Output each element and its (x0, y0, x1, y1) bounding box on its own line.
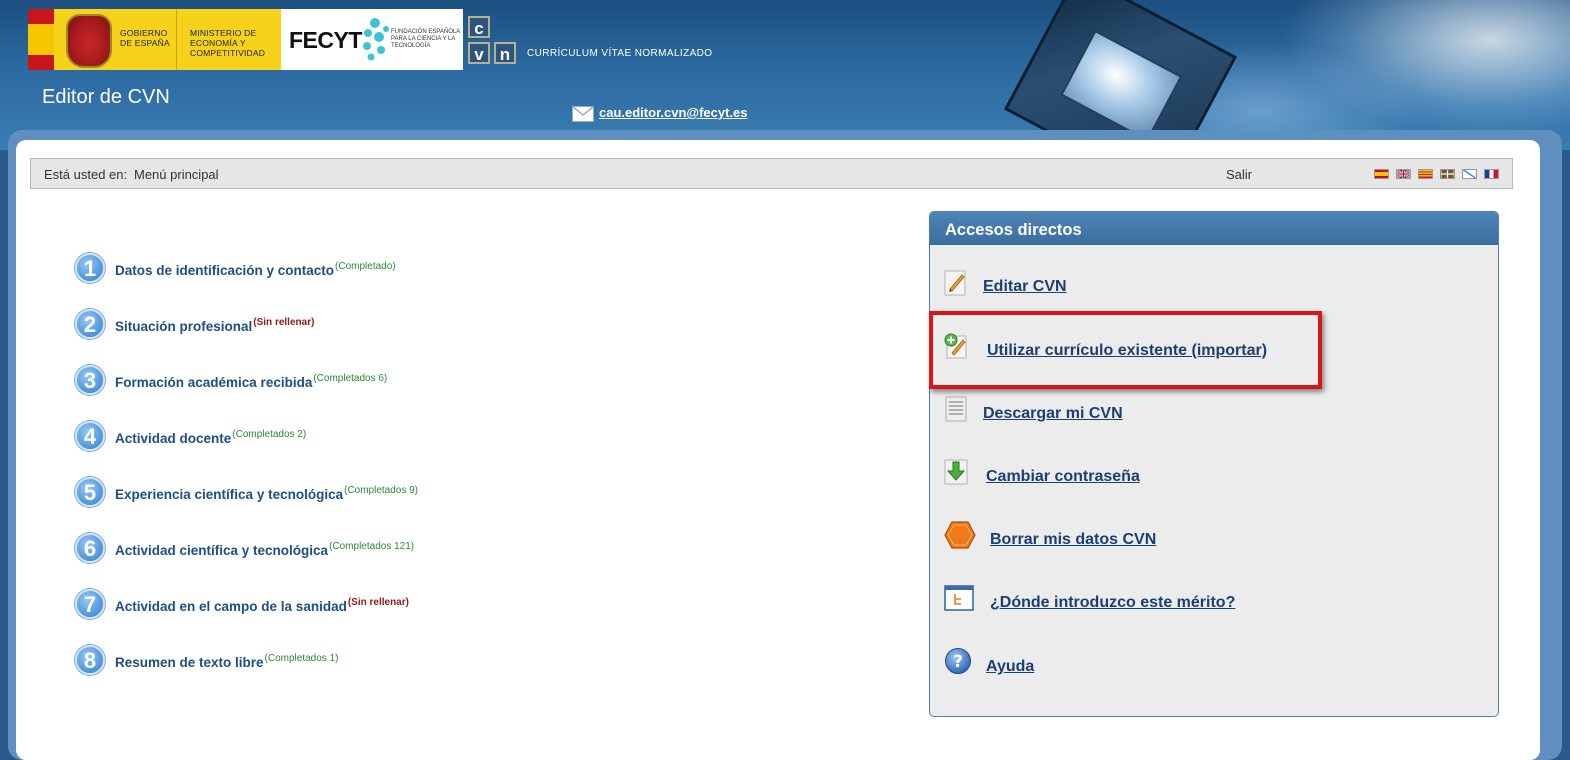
shortcut-label[interactable]: Cambiar contraseña (986, 468, 1140, 486)
flag-spanish-icon[interactable] (1374, 169, 1389, 179)
section-label: Experiencia científica y tecnológica(Com… (115, 485, 419, 502)
fecyt-molecule-icon (363, 18, 389, 61)
section-item-6[interactable]: 6 Actividad científica y tecnológica(Com… (75, 533, 775, 567)
cvn-letter-c: c (468, 16, 490, 38)
cvn-letter-n: n (494, 42, 516, 64)
section-status: (Completados 6) (313, 373, 388, 384)
section-label: Datos de identificación y contacto(Compl… (115, 261, 396, 278)
shortcuts-panel: Accesos directos Editar CVN Utilizar cur… (929, 211, 1499, 717)
shortcut-label[interactable]: Ayuda (986, 658, 1034, 676)
chip-die (1060, 29, 1183, 142)
section-number-badge: 7 (75, 589, 105, 619)
section-item-4[interactable]: 4 Actividad docente(Completados 2) (75, 421, 775, 455)
app-title: Editor de CVN (42, 86, 170, 108)
highlight-box (929, 311, 1322, 389)
government-label: GOBIERNO DE ESPAÑA (120, 28, 170, 48)
breadcrumb-current: Menú principal (134, 167, 219, 182)
section-status: (Completados 121) (329, 541, 415, 552)
section-label: Situación profesional(Sin rellenar) (115, 317, 315, 334)
support-email-link[interactable]: cau.editor.cvn@fecyt.es (599, 105, 748, 120)
section-status: (Completado) (335, 261, 396, 272)
page-header: GOBIERNO DE ESPAÑA MINISTERIO DE ECONOMÍ… (0, 0, 1570, 150)
flag-catalan-icon[interactable] (1418, 169, 1433, 179)
flag-galician-icon[interactable] (1462, 169, 1477, 179)
section-item-7[interactable]: 7 Actividad en el campo de la sanidad(Si… (75, 589, 775, 623)
shortcut-label[interactable]: ¿Dónde introduzco este mérito? (990, 594, 1235, 612)
section-label: Formación académica recibida(Completados… (115, 373, 388, 390)
section-item-5[interactable]: 5 Experiencia científica y tecnológica(C… (75, 477, 775, 511)
section-number-badge: 8 (75, 645, 105, 675)
stop-icon (944, 521, 976, 549)
section-status: (Completados 2) (232, 429, 307, 440)
logo-divider (176, 9, 177, 70)
section-number-badge: 3 (75, 365, 105, 395)
section-status: (Sin rellenar) (347, 597, 409, 608)
section-status: (Sin rellenar) (253, 317, 315, 328)
shortcuts-panel-title: Accesos directos (945, 221, 1082, 239)
help-icon: ? (945, 648, 971, 674)
section-number-badge: 2 (75, 309, 105, 339)
section-number-badge: 4 (75, 421, 105, 451)
spain-flag-logo (28, 9, 54, 70)
shortcuts-panel-header: Accesos directos (930, 212, 1498, 245)
section-number-badge: 6 (75, 533, 105, 563)
section-status: (Completados 1) (264, 653, 339, 664)
logout-link[interactable]: Salir (1226, 167, 1252, 182)
mail-icon (572, 106, 594, 122)
edit-icon (944, 270, 966, 296)
section-item-2[interactable]: 2 Situación profesional(Sin rellenar) (75, 309, 775, 343)
breadcrumb-prefix: Está usted en: (44, 167, 128, 182)
cvn-letter-v: v (468, 42, 490, 64)
cvn-tagline: CURRÍCULUM VÍTAE NORMALIZADO (527, 48, 713, 59)
shortcut-label[interactable]: Descargar mi CVN (983, 405, 1123, 423)
shortcut-label[interactable]: Editar CVN (983, 278, 1067, 296)
section-status: (Completados 9) (344, 485, 419, 496)
section-label: Actividad docente(Completados 2) (115, 429, 307, 446)
document-icon (945, 396, 967, 422)
fecyt-wordmark: FECYT (289, 27, 362, 53)
section-label: Actividad científica y tecnológica(Compl… (115, 541, 415, 558)
svg-text:?: ? (953, 652, 963, 672)
section-item-3[interactable]: 3 Formación académica recibida(Completad… (75, 365, 775, 399)
section-number-badge: 1 (75, 253, 105, 283)
tree-icon (944, 585, 974, 611)
flag-basque-icon[interactable] (1440, 169, 1455, 179)
section-label: Actividad en el campo de la sanidad(Sin … (115, 597, 409, 614)
fecyt-logo: FECYT FUNDACIÓN ESPAÑOLA PARA LA CIENCIA… (281, 9, 463, 70)
section-item-1[interactable]: 1 Datos de identificación y contacto(Com… (75, 253, 775, 287)
download-arrow-icon (944, 459, 968, 485)
fecyt-subtitle: FUNDACIÓN ESPAÑOLA PARA LA CIENCIA Y LA … (391, 29, 460, 49)
coat-of-arms-icon (66, 14, 112, 68)
flag-english-icon[interactable] (1396, 169, 1411, 179)
breadcrumb-bar: Está usted en: Menú principal Salir (30, 158, 1513, 189)
section-item-8[interactable]: 8 Resumen de texto libre(Completados 1) (75, 645, 775, 679)
ministry-label: MINISTERIO DE ECONOMÍA Y COMPETITIVIDAD (190, 28, 266, 58)
flag-french-icon[interactable] (1484, 169, 1499, 179)
section-label: Resumen de texto libre(Completados 1) (115, 653, 339, 670)
shortcut-label[interactable]: Borrar mis datos CVN (990, 531, 1156, 549)
section-number-badge: 5 (75, 477, 105, 507)
government-logo: GOBIERNO DE ESPAÑA MINISTERIO DE ECONOMÍ… (54, 9, 281, 70)
